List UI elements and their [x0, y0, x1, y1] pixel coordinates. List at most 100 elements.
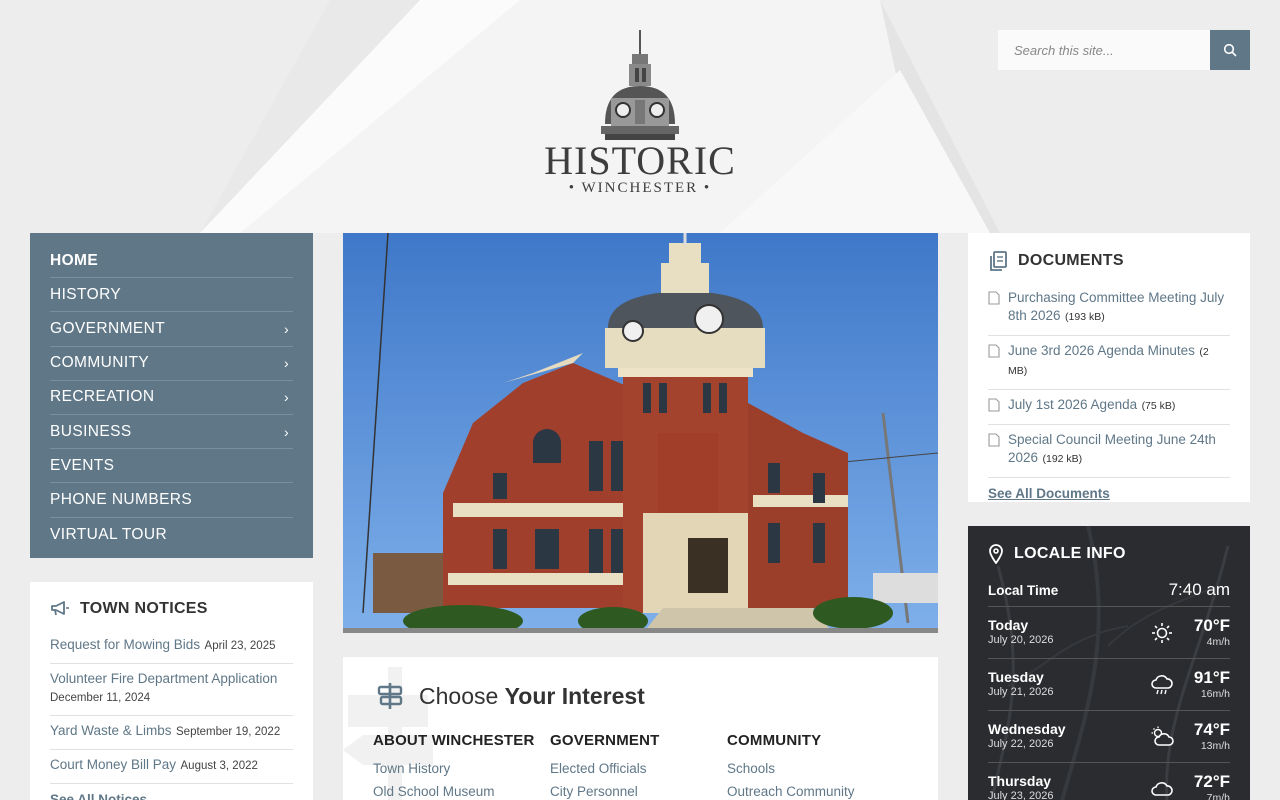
nav-item-label: RECREATION [50, 388, 155, 406]
interest-column-heading: GOVERNMENT [550, 732, 660, 749]
chevron-right-icon: › [283, 320, 289, 337]
notice-item: Yard Waste & Limbs September 19, 2022 [50, 716, 293, 750]
documents-panel: DOCUMENTS Purchasing Committee Meeting J… [968, 233, 1250, 502]
file-icon [988, 433, 1000, 447]
chevron-right-icon: › [283, 423, 289, 440]
interest-link[interactable]: Old School Museum [373, 780, 550, 800]
forecast-wind: 16m/h [1200, 687, 1230, 700]
nav-item-community[interactable]: COMMUNITY › [50, 347, 293, 381]
interest-title-bold: Your Interest [504, 682, 645, 709]
nav-item-label: COMMUNITY [50, 354, 150, 372]
nav-item-home[interactable]: HOME [50, 244, 293, 279]
town-notices-title: TOWN NOTICES [80, 600, 208, 617]
megaphone-icon [51, 601, 69, 616]
nav-item-label: EVENTS [50, 456, 115, 474]
signpost-icon [377, 683, 403, 709]
courthouse-dome-icon [601, 30, 679, 140]
local-time-row: Local Time 7:40 am [988, 576, 1230, 607]
chevron-right-icon: › [283, 355, 289, 372]
nav-item-history[interactable]: HISTORY [50, 278, 293, 313]
interest-link[interactable]: Elected Officials [550, 757, 727, 780]
document-link[interactable]: Purchasing Committee Meeting July 8th 20… [1008, 290, 1224, 323]
search-button[interactable] [1210, 30, 1250, 70]
forecast-date: July 22, 2026 [988, 738, 1054, 750]
locale-info-title: LOCALE INFO [1014, 545, 1126, 562]
site-search [998, 30, 1250, 70]
partly-cloudy-icon [1151, 726, 1174, 746]
notice-date: August 3, 2022 [180, 760, 258, 772]
forecast-wind: 13m/h [1200, 739, 1230, 752]
interest-link[interactable]: City Personnel [550, 780, 727, 800]
nav-item-label: VIRTUAL TOUR [50, 525, 168, 543]
local-time-value: 7:40 am [1168, 580, 1230, 599]
document-link[interactable]: Special Council Meeting June 24th 2026 [1008, 432, 1216, 465]
notice-link[interactable]: Court Money Bill Pay [50, 757, 176, 772]
nav-item-events[interactable]: EVENTS [50, 449, 293, 484]
locale-info-header: LOCALE INFO [988, 544, 1230, 564]
interest-columns: ABOUT WINCHESTER Town History Old School… [373, 732, 904, 800]
nav-item-label: GOVERNMENT [50, 319, 166, 337]
forecast-temp: 91°F [1193, 667, 1230, 687]
forecast-date: July 21, 2026 [988, 686, 1054, 698]
document-size: (193 kB) [1065, 311, 1105, 323]
choose-interest-panel: Choose Your Interest ABOUT WINCHESTER To… [343, 657, 938, 800]
notice-link[interactable]: Yard Waste & Limbs [50, 723, 172, 738]
document-link[interactable]: June 3rd 2026 Agenda Minutes [1008, 343, 1195, 358]
nav-item-phone-numbers[interactable]: PHONE NUMBERS [50, 483, 293, 518]
interest-title-light: Choose [419, 682, 499, 709]
nav-item-business[interactable]: BUSINESS › [50, 415, 293, 450]
see-all-documents-link[interactable]: See All Documents [988, 486, 1230, 501]
hero-courthouse-image [343, 233, 938, 633]
document-item: Special Council Meeting June 24th 2026 (… [988, 425, 1230, 478]
notice-link[interactable]: Request for Mowing Bids [50, 637, 200, 652]
interest-column-heading: ABOUT WINCHESTER [373, 732, 535, 749]
documents-title: DOCUMENTS [1018, 252, 1124, 269]
forecast-wind: 7m/h [1206, 791, 1230, 800]
forecast-day: Wednesday [988, 721, 1066, 737]
nav-item-recreation[interactable]: RECREATION › [50, 381, 293, 415]
interest-column-heading: COMMUNITY [727, 732, 822, 749]
forecast-day: Thursday [988, 773, 1052, 789]
interest-column-about: ABOUT WINCHESTER Town History Old School… [373, 732, 550, 800]
interest-column-government: GOVERNMENT Elected Officials City Person… [550, 732, 727, 800]
forecast-temp: 74°F [1193, 719, 1230, 739]
interest-link[interactable]: Schools [727, 757, 904, 780]
forecast-date: July 20, 2026 [988, 634, 1054, 646]
file-icon [988, 344, 1000, 358]
interest-link[interactable]: Outreach Community [727, 780, 904, 800]
document-size: (75 kB) [1141, 400, 1176, 412]
forecast-day: Tuesday [988, 669, 1044, 685]
chevron-right-icon: › [283, 389, 289, 406]
file-icon [988, 291, 1000, 305]
forecast-row: Today July 20, 2026 70°F 4m/h [988, 607, 1230, 659]
nav-item-label: PHONE NUMBERS [50, 490, 193, 508]
notice-link[interactable]: Volunteer Fire Department Application [50, 671, 277, 686]
cloud-icon [1151, 781, 1173, 796]
nav-item-virtual-tour[interactable]: VIRTUAL TOUR [50, 518, 293, 552]
notice-date: April 23, 2025 [204, 640, 276, 652]
site-logo[interactable]: HISTORIC • WINCHESTER • [530, 28, 750, 204]
notice-item: Request for Mowing Bids April 23, 2025 [50, 630, 293, 664]
forecast-day: Today [988, 617, 1029, 633]
search-input[interactable] [998, 30, 1210, 70]
documents-header: DOCUMENTS [988, 251, 1230, 271]
forecast-row: Wednesday July 22, 2026 74°F 13m/h [988, 711, 1230, 763]
see-all-notices-link[interactable]: See All Notices [50, 792, 293, 800]
interest-link[interactable]: Town History [373, 757, 550, 780]
document-link[interactable]: July 1st 2026 Agenda [1008, 397, 1137, 412]
file-icon [988, 398, 1000, 412]
nav-item-label: HISTORY [50, 285, 122, 303]
notice-date: September 19, 2022 [176, 726, 281, 738]
nav-item-government[interactable]: GOVERNMENT › [50, 312, 293, 347]
documents-icon [990, 251, 1007, 271]
document-size: (192 kB) [1042, 453, 1083, 465]
sun-icon [1152, 622, 1172, 643]
town-notices-header: TOWN NOTICES [50, 600, 293, 618]
forecast-row: Thursday July 23, 2026 72°F 7m/h [988, 763, 1230, 800]
notice-item: Court Money Bill Pay August 3, 2022 [50, 750, 293, 784]
document-item: June 3rd 2026 Agenda Minutes (2 MB) [988, 336, 1230, 390]
document-item: July 1st 2026 Agenda (75 kB) [988, 390, 1230, 425]
map-pin-icon [989, 544, 1003, 564]
town-notices-panel: TOWN NOTICES Request for Mowing Bids Apr… [30, 582, 313, 800]
interest-column-community: COMMUNITY Schools Outreach Community [727, 732, 904, 800]
